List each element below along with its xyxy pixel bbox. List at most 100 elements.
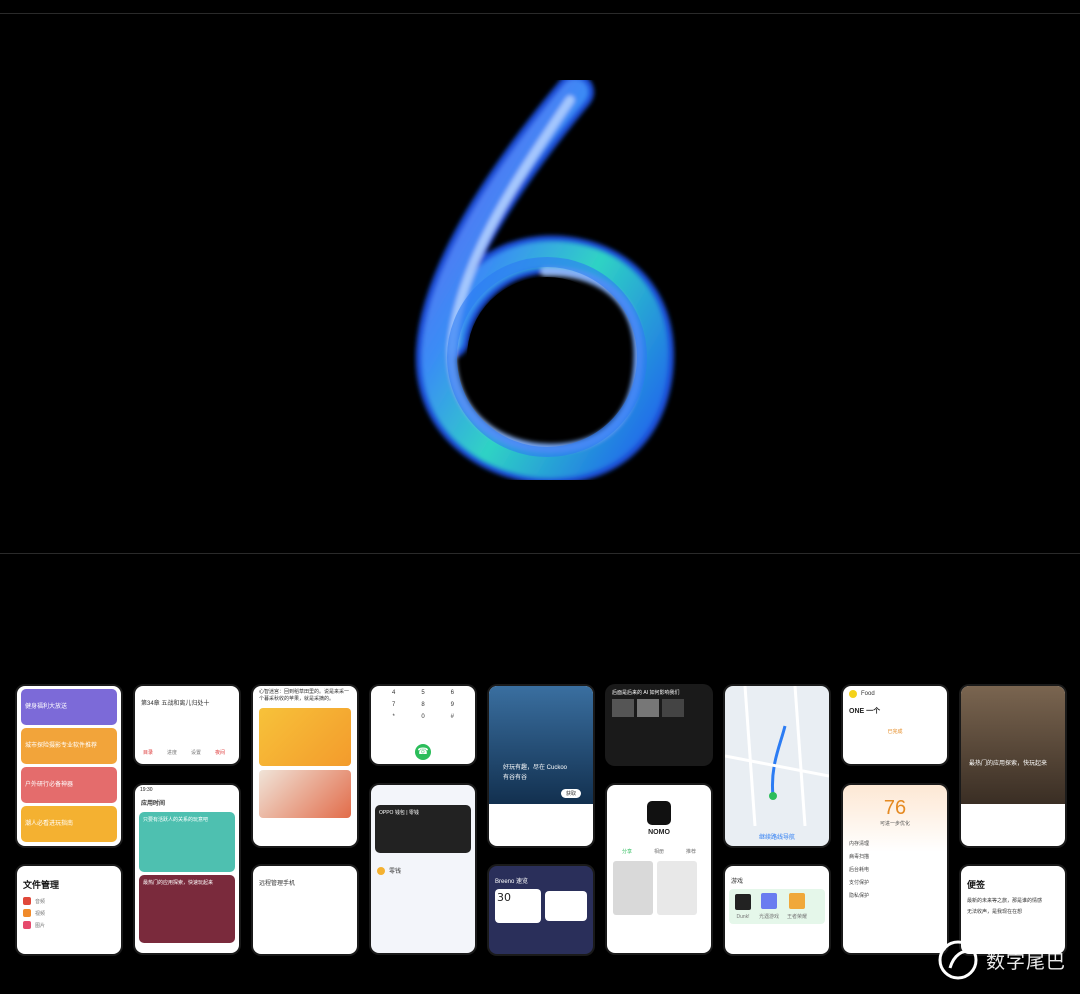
usage-screen[interactable]: 19:30 应用时间 只要有活跃人的关系的玩意吧 最热门的应用探索，快速玩起来 (135, 785, 239, 953)
remote-screen[interactable]: 远程管理手机 (253, 866, 357, 954)
call-button[interactable]: ☎ (415, 744, 431, 760)
story-illustration-2 (259, 770, 351, 818)
remote-title: 远程管理手机 (259, 881, 296, 887)
file-row[interactable]: 视频 (35, 910, 45, 917)
note-line[interactable]: 无法收声，是我现在在想 (961, 906, 1065, 917)
reader-chapter: 第34章 五战和离儿归处十 (141, 701, 210, 707)
nomo-brand: NOMO (648, 829, 670, 836)
file-row[interactable]: 音频 (35, 898, 45, 905)
video-screen[interactable]: 后面是后来的 AI 如何影响我们 (607, 686, 711, 764)
dial-key[interactable]: 5 (408, 690, 437, 696)
photo-card[interactable]: 城市探险摄影专业软件推荐 (21, 728, 117, 764)
nomo-screen[interactable]: NOMO 分享 相册 推荐 (607, 785, 711, 953)
fitness-app-screen[interactable]: 健身福利大放送 城市探险摄影专业软件推荐 户外研行必备神器 潮人必看进玩指南 (17, 686, 121, 846)
mario-headline: 最热门的应用探索，快速玩起来 (143, 880, 214, 886)
widgets-screen[interactable]: Food ONE 一个 已完成 (843, 686, 947, 764)
navigate-button[interactable]: 继续路线导航 (725, 832, 829, 841)
widget-food: Food (861, 691, 875, 697)
room-banner: 最热门的应用探索，快玩起来 (961, 686, 1065, 804)
map-screen[interactable]: 继续路线导航 (725, 686, 829, 846)
optimize-row[interactable]: 隐私保护 (849, 889, 941, 902)
calendar-day: 30 (497, 891, 511, 904)
usage-title: 应用时间 (141, 801, 166, 807)
video-thumb[interactable] (662, 699, 684, 717)
game-icon[interactable] (761, 893, 777, 909)
game-name: Dunk! (736, 913, 750, 920)
files-title: 文件管理 (23, 880, 60, 890)
note-line[interactable]: 最新的未来等之旅，那是谁的情感 (961, 895, 1065, 906)
usage-card[interactable]: 只要有活跃人的关系的玩意吧 (139, 812, 235, 872)
dial-key[interactable]: 9 (438, 702, 467, 708)
reader-tool[interactable]: 设置 (191, 749, 201, 756)
video-thumb[interactable] (612, 699, 634, 717)
outdoor-card[interactable]: 户外研行必备神器 (21, 767, 117, 803)
dial-key[interactable]: 6 (438, 690, 467, 696)
middle-divider (0, 553, 1080, 554)
dialer-screen[interactable]: 4 5 6 7 8 9 * 0 # ☎ (371, 686, 475, 764)
optimize-row[interactable]: 病毒扫描 (849, 850, 941, 863)
games-title: 游戏 (731, 879, 744, 885)
outdoor-card-title: 户外研行必备神器 (25, 782, 74, 788)
reader-tool[interactable]: 进度 (167, 749, 177, 756)
coin-icon (377, 866, 385, 875)
whale-banner: 好玩有趣，尽在 Cuckoo 有谷有谷 获取 (489, 686, 593, 804)
phone-icon: ☎ (417, 747, 429, 757)
breeno-title: Breeno 速览 (495, 879, 529, 885)
game-icon[interactable] (789, 893, 806, 909)
battery-screen[interactable]: 76 可进一步优化 内存清理 病毒扫描 后台耗电 支付保护 隐私保护 (843, 785, 947, 953)
reader-tool[interactable]: 目录 (143, 749, 153, 756)
calendar-widget[interactable]: 30 (495, 889, 541, 923)
dial-key[interactable]: 4 (379, 690, 408, 696)
wallet-screen[interactable]: OPPO 钱包 | 零钱 零钱 (371, 785, 475, 953)
widget-status: 已完成 (887, 729, 903, 735)
files-screen[interactable]: 文件管理 音频 视频 图片 (17, 866, 121, 954)
usage-headline: 只要有活跃人的关系的玩意吧 (143, 817, 209, 823)
status-bar: 19:30 (140, 787, 153, 793)
photo-frame[interactable] (613, 861, 653, 915)
optimize-row[interactable]: 后台耗电 (849, 863, 941, 876)
trend-card[interactable]: 潮人必看进玩指南 (21, 806, 117, 842)
breeno-screen[interactable]: Breeno 速览 30 (489, 866, 593, 954)
file-row[interactable]: 图片 (35, 922, 45, 929)
optimize-row[interactable]: 支付保护 (849, 876, 941, 889)
widget-one: ONE 一个 (849, 708, 881, 715)
card-sub: 零钱 (389, 869, 402, 875)
nomo-logo (647, 801, 671, 825)
fitness-card[interactable]: 健身福利大放送 (21, 689, 117, 725)
map-view[interactable] (725, 686, 829, 827)
food-icon (849, 690, 857, 698)
dial-key[interactable]: # (438, 714, 467, 720)
room-screen[interactable]: 最热门的应用探索，快玩起来 (961, 686, 1065, 846)
whale-sub: 有谷有谷 (503, 775, 528, 781)
reader-tool[interactable]: 夜间 (215, 749, 225, 756)
score: 76 (883, 797, 907, 819)
card-name: OPPO 钱包 | 零钱 (379, 810, 419, 816)
coloros-6-logo (415, 80, 675, 480)
dial-key[interactable]: 7 (379, 702, 408, 708)
games-screen[interactable]: 游戏 Dunk! 光遇游戏 王者荣耀 (725, 866, 829, 954)
nomo-tab[interactable]: 分享 (622, 848, 632, 855)
mario-card[interactable]: 最热门的应用探索，快速玩起来 (139, 875, 235, 943)
dial-key[interactable]: * (379, 714, 408, 720)
game-icon[interactable] (735, 893, 751, 910)
game-name: 王者荣耀 (787, 914, 808, 920)
dial-key[interactable]: 0 (408, 714, 437, 720)
nomo-tab[interactable]: 推荐 (686, 848, 696, 855)
image-icon (23, 921, 31, 929)
nomo-tab[interactable]: 相册 (654, 848, 664, 855)
get-button[interactable]: 获取 (560, 789, 581, 798)
video-thumb[interactable] (637, 699, 659, 717)
top-divider (0, 13, 1080, 14)
optimize-row[interactable]: 内存清理 (849, 837, 941, 850)
dial-key[interactable]: 8 (408, 702, 437, 708)
bank-card[interactable]: OPPO 钱包 | 零钱 (375, 805, 471, 853)
reader-screen[interactable]: 第34章 五战和离儿归处十 目录 进度 设置 夜间 (135, 686, 239, 764)
whale-screen[interactable]: 好玩有趣，尽在 Cuckoo 有谷有谷 获取 (489, 686, 593, 846)
game-name: 光遇游戏 (759, 914, 780, 920)
watermark-text: 数字尾巴 (985, 950, 1066, 973)
schedule-widget[interactable] (545, 891, 587, 921)
video-icon (23, 909, 31, 917)
story-screen[interactable]: 心智迷宫：回到稻草田里的。说是来采一个暮采秋收的苹果，就是采摘的。 (253, 686, 357, 846)
video-title: 后面是后来的 AI 如何影响我们 (612, 690, 680, 696)
photo-frame[interactable] (657, 861, 697, 915)
